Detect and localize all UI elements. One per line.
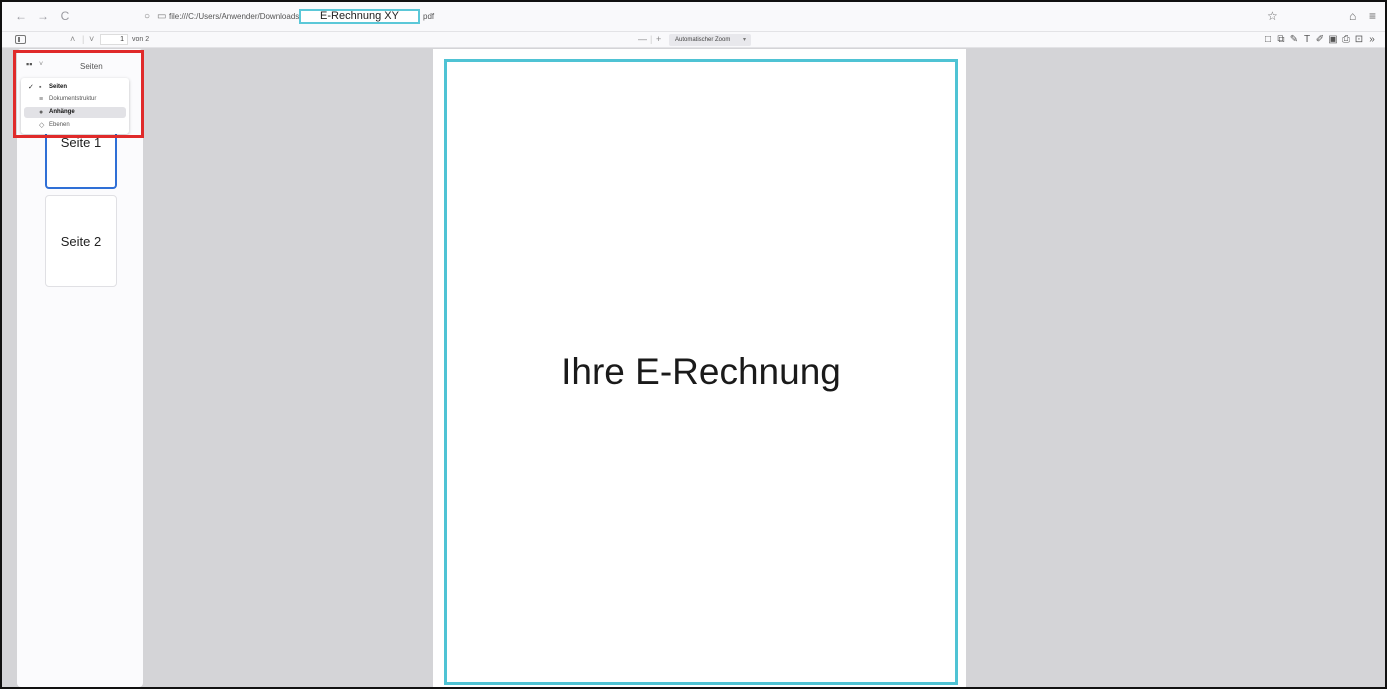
bookmark-star-icon[interactable]: ☆ bbox=[1267, 9, 1278, 23]
draw-icon[interactable]: ✐ bbox=[1315, 34, 1325, 45]
previous-page-icon[interactable]: ˄ bbox=[70, 34, 75, 45]
toolbar-separator: | bbox=[650, 34, 653, 44]
highlight-box bbox=[13, 50, 144, 138]
reload-icon[interactable]: C bbox=[58, 9, 72, 23]
comment-icon[interactable]: □ bbox=[1263, 34, 1273, 45]
back-icon[interactable]: ← bbox=[14, 9, 28, 23]
page-info-icon[interactable]: ▭ bbox=[157, 11, 167, 22]
sidebar-toggle-icon[interactable] bbox=[15, 35, 26, 44]
page-number-input[interactable]: 1 bbox=[100, 34, 128, 45]
address-bar: ← → C ○ ▭ file:///C:/Users/Anwender/Down… bbox=[2, 2, 1385, 32]
page-heading: Ihre E-Rechnung bbox=[561, 351, 841, 392]
url-path[interactable]: file:///C:/Users/Anwender/Downloads/ bbox=[169, 11, 302, 22]
zoom-in-button[interactable]: + bbox=[656, 34, 661, 45]
forward-icon[interactable]: → bbox=[36, 9, 50, 23]
menu-icon[interactable]: ≡ bbox=[1369, 9, 1376, 23]
print-icon[interactable]: ⎙ bbox=[1341, 34, 1351, 45]
pdf-page[interactable]: Ihre E-Rechnung bbox=[444, 59, 958, 685]
zoom-select-value: Automatischer Zoom bbox=[675, 37, 731, 43]
annotation-tools: □ ⧉ ✎ T ✐ ▣ ⎙ ⊡ » bbox=[1263, 34, 1377, 45]
save-icon[interactable]: ⊡ bbox=[1354, 34, 1364, 45]
url-file-extension[interactable]: pdf bbox=[423, 11, 434, 22]
thumbnail-label: Seite 2 bbox=[60, 234, 102, 249]
next-page-icon[interactable]: ˅ bbox=[89, 34, 94, 45]
thumbnail-page-1[interactable]: Seite 1 bbox=[45, 129, 117, 189]
browser-window: ← → C ○ ▭ file:///C:/Users/Anwender/Down… bbox=[0, 0, 1387, 689]
chevron-down-icon: ▾ bbox=[742, 37, 746, 43]
zoom-select[interactable]: Automatischer Zoom ▾ bbox=[669, 34, 751, 46]
tracking-shield-icon[interactable]: ○ bbox=[144, 11, 154, 22]
text-icon[interactable]: T bbox=[1302, 34, 1312, 45]
pdf-toolbar: ˄ | ˅ 1 von 2 — | + Automatischer Zoom ▾… bbox=[2, 32, 1385, 48]
sidebar: ▪▪ ˅ Seiten Seite 1 Seite 2 bbox=[17, 49, 143, 687]
image-icon[interactable]: ▣ bbox=[1328, 34, 1338, 45]
page-count-label: von 2 bbox=[132, 36, 150, 43]
more-tools-icon[interactable]: » bbox=[1367, 34, 1377, 45]
url-file-name[interactable]: E-Rechnung XY bbox=[299, 9, 420, 24]
highlight-icon[interactable]: ✎ bbox=[1289, 34, 1299, 45]
home-icon[interactable]: ⌂ bbox=[1349, 9, 1356, 23]
thumbnail-page-2[interactable]: Seite 2 bbox=[45, 195, 117, 287]
stamp-icon[interactable]: ⧉ bbox=[1276, 34, 1286, 45]
zoom-out-button[interactable]: — bbox=[638, 34, 647, 45]
toolbar-separator: | bbox=[82, 34, 85, 44]
